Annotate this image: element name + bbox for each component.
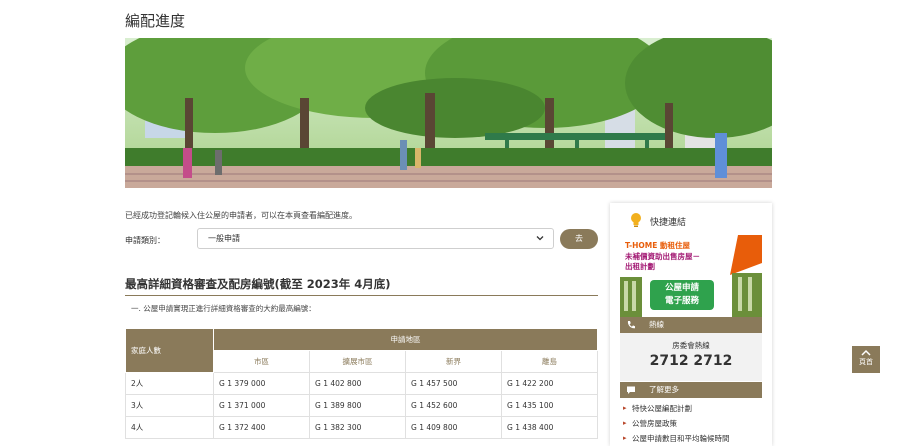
back-to-top-label: 頁首 <box>859 358 873 366</box>
link-text: 公屋申請數目和平均輪候時間 <box>632 434 730 443</box>
link-item[interactable]: ▸ 公營房屋政策 <box>623 416 730 431</box>
district-header: 新界 <box>405 350 502 373</box>
table-cell: G 1 457 500 <box>405 372 502 395</box>
district-header: 市區 <box>213 350 310 373</box>
link-item[interactable]: ▸ 公屋申請數目和平均輪候時間 <box>623 431 730 446</box>
banner-image <box>125 38 772 188</box>
table-cell: G 1 402 800 <box>309 372 406 395</box>
table-cell: G 1 422 200 <box>501 372 598 395</box>
hotline-number[interactable]: 2712 2712 <box>620 353 762 369</box>
table-row: 2人 G 1 379 000 G 1 402 800 G 1 457 500 G… <box>125 372 598 395</box>
table-cell: G 1 382 300 <box>309 416 406 439</box>
table-cell: G 1 409 800 <box>405 416 502 439</box>
hotline-bar-label: 熱線 <box>649 320 664 329</box>
sidebar-title: 快捷連結 <box>650 218 687 228</box>
family-size-cell: 2人 <box>125 372 214 395</box>
chevron-right-icon: ▸ <box>623 419 627 427</box>
hotline-bar: 熱線 <box>620 317 762 333</box>
family-size-header: 家庭人數 <box>125 328 214 373</box>
thome-promo-banner[interactable]: T-HOME 動租住屋 未補價資助出售房屋－ 出租計劃 公屋申請 電子服務 <box>620 235 762 317</box>
promo-title: T-HOME 動租住屋 <box>625 241 690 250</box>
application-type-value: 一般申請 <box>208 234 240 243</box>
section-heading: 最高詳細資格審查及配房編號(截至 2023年 4月底) <box>125 277 391 291</box>
table-cell: G 1 372 400 <box>213 416 310 439</box>
eservice-badge-line1: 公屋申請 <box>664 283 699 293</box>
district-header: 擴展市區 <box>309 350 406 373</box>
chevron-down-icon <box>536 236 544 241</box>
section-note: 一. 公屋申請實現正進行詳細資格審查的大約最高編號： <box>131 304 316 313</box>
lightbulb-icon <box>631 213 641 227</box>
application-type-select[interactable]: 一般申請 <box>197 228 554 249</box>
allocation-table: 家庭人數 申請地區 市區 擴展市區 新界 離島 2人 G 1 379 000 G… <box>125 328 598 439</box>
eservice-badge[interactable]: 公屋申請 電子服務 <box>650 280 714 310</box>
table-cell: G 1 389 800 <box>309 394 406 417</box>
chat-bubble-icon <box>627 386 635 394</box>
promo-subtitle-2: 出租計劃 <box>625 262 655 271</box>
district-header: 離島 <box>501 350 598 373</box>
chevron-up-icon <box>861 349 871 356</box>
chevron-right-icon: ▸ <box>623 404 627 412</box>
family-size-cell: 3人 <box>125 394 214 417</box>
application-type-label: 申請類別： <box>125 236 165 245</box>
back-to-top-button[interactable]: 頁首 <box>852 346 880 373</box>
district-group-header: 申請地區 <box>213 328 598 351</box>
heading-divider <box>125 295 598 296</box>
table-cell: G 1 379 000 <box>213 372 310 395</box>
link-text: 特快公屋編配計劃 <box>632 404 692 413</box>
learn-more-bar: 了解更多 <box>620 382 762 398</box>
chevron-right-icon: ▸ <box>623 434 627 442</box>
family-size-cell: 4人 <box>125 416 214 439</box>
hotline-box: 房委會熱線 2712 2712 <box>620 333 762 381</box>
quick-links-sidebar: 快捷連結 T-HOME 動租住屋 未補價資助出售房屋－ 出租計劃 公屋申請 電子… <box>610 203 772 446</box>
eservice-badge-line2: 電子服務 <box>664 296 699 306</box>
table-row: 4人 G 1 372 400 G 1 382 300 G 1 409 800 G… <box>125 416 598 439</box>
table-row: 3人 G 1 371 000 G 1 389 800 G 1 452 600 G… <box>125 394 598 417</box>
link-item[interactable]: ▸ 特快公屋編配計劃 <box>623 401 730 416</box>
link-text: 公營房屋政策 <box>632 419 677 428</box>
phone-icon <box>627 321 635 329</box>
learn-more-links: ▸ 特快公屋編配計劃 ▸ 公營房屋政策 ▸ 公屋申請數目和平均輪候時間 <box>623 401 730 446</box>
page-title: 編配進度 <box>125 12 186 30</box>
go-button[interactable]: 去 <box>560 229 598 249</box>
table-cell: G 1 435 100 <box>501 394 598 417</box>
hotline-label: 房委會熱線 <box>672 341 710 350</box>
table-cell: G 1 438 400 <box>501 416 598 439</box>
table-cell: G 1 371 000 <box>213 394 310 417</box>
intro-text: 已經成功登記輪候入住公屋的申請者，可以在本頁查看編配進度。 <box>125 211 357 220</box>
table-cell: G 1 452 600 <box>405 394 502 417</box>
learn-more-label: 了解更多 <box>649 385 679 394</box>
